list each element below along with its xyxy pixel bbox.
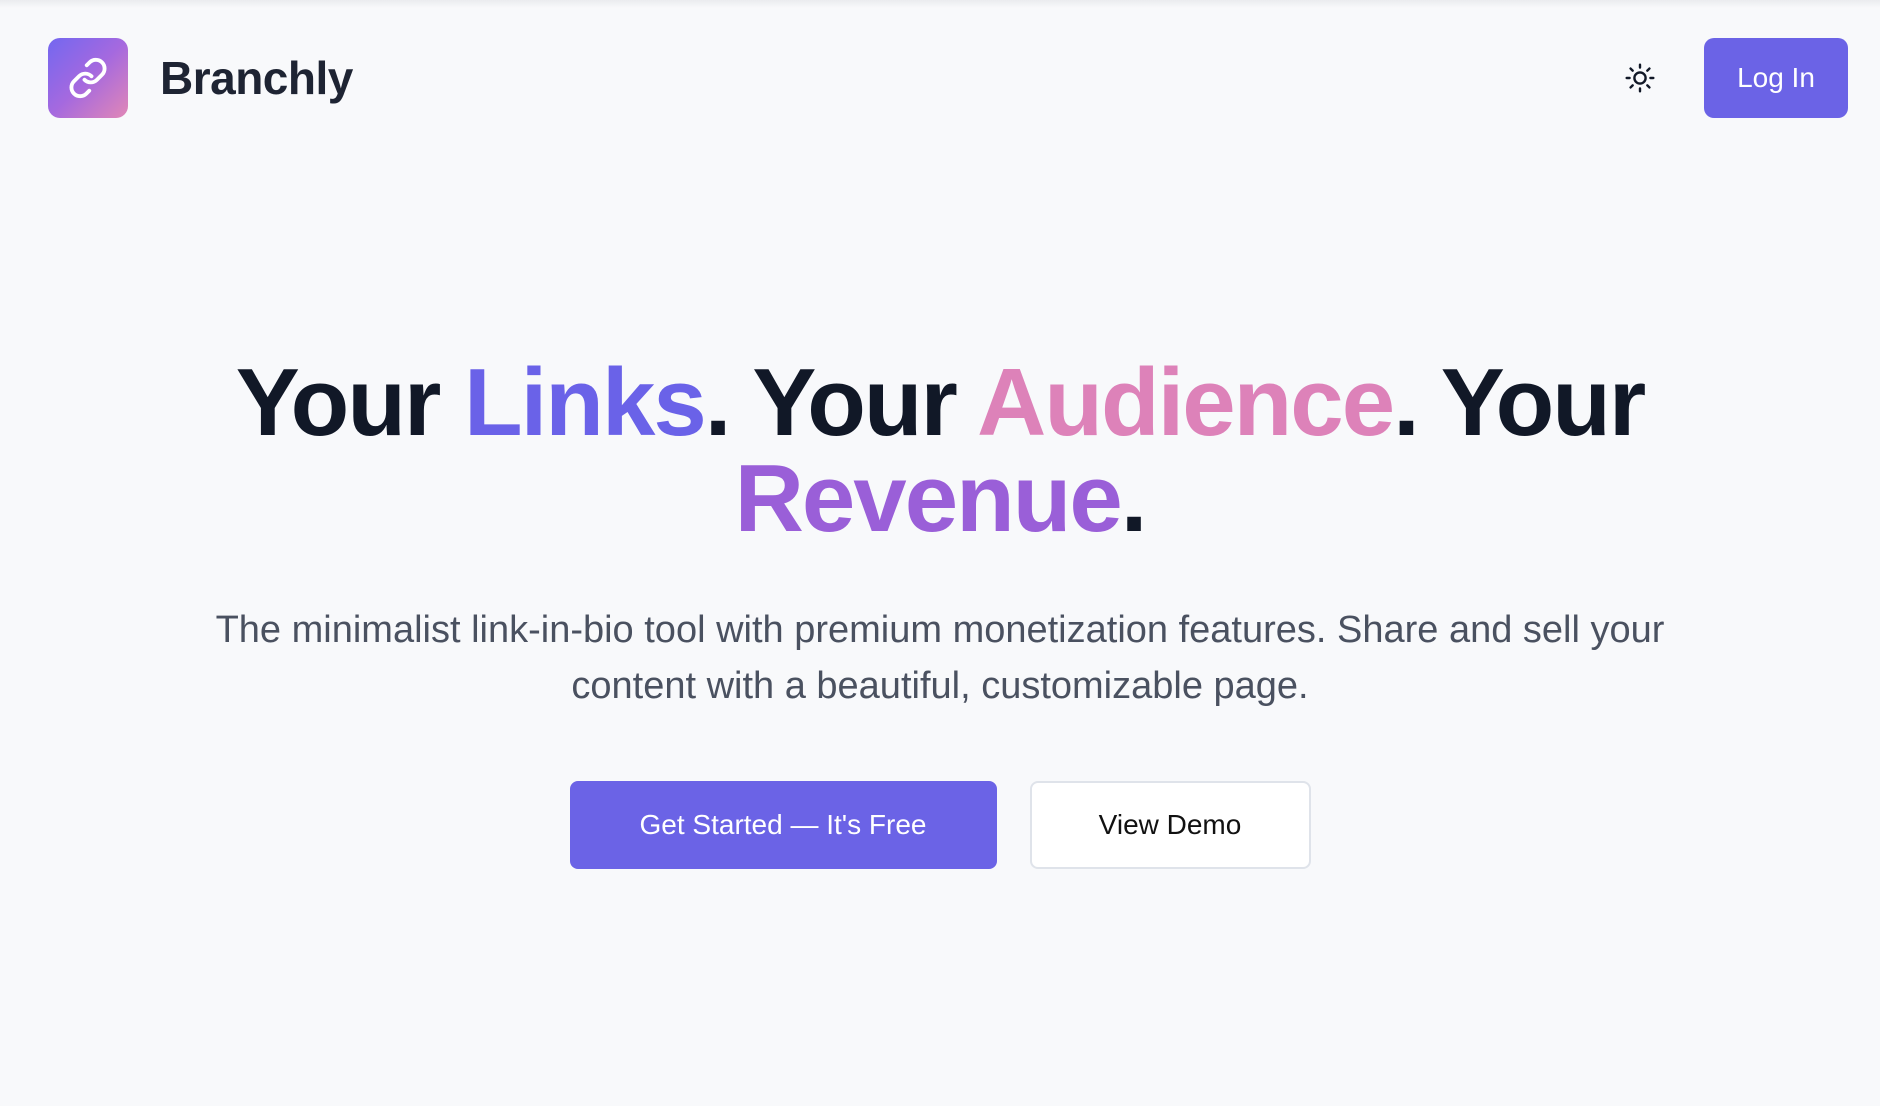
brand-home-link[interactable]: Branchly xyxy=(48,38,353,118)
hero-title-audience: Audience xyxy=(976,349,1395,456)
top-shadow xyxy=(0,0,1880,8)
hero-title-period: . xyxy=(1120,445,1148,552)
landing-page: Branchly Log In Your Links. Your Audienc… xyxy=(0,0,1880,1106)
sun-icon xyxy=(1625,63,1655,93)
hero-section: Your Links. Your Audience. Your Revenue.… xyxy=(0,355,1880,869)
hero-title-links: Links xyxy=(463,349,707,456)
hero-title-revenue: Revenue xyxy=(734,445,1123,552)
site-header: Branchly Log In xyxy=(48,38,1848,118)
brand-name: Branchly xyxy=(160,52,353,104)
login-button[interactable]: Log In xyxy=(1704,38,1848,118)
hero-title-your-2: . Your xyxy=(704,349,958,456)
hero-title: Your Links. Your Audience. Your Revenue. xyxy=(0,355,1880,547)
hero-subtitle: The minimalist link-in-bio tool with pre… xyxy=(215,609,1665,707)
link-icon xyxy=(69,57,107,99)
hero-title-your-3: . Your xyxy=(1393,349,1646,456)
header-actions: Log In xyxy=(1616,38,1848,118)
hero-title-your-1: Your xyxy=(235,349,442,456)
theme-toggle-button[interactable] xyxy=(1616,54,1664,102)
get-started-button[interactable]: Get Started — It's Free xyxy=(569,781,997,869)
view-demo-button[interactable]: View Demo xyxy=(1029,781,1311,869)
hero-actions: Get Started — It's Free View Demo xyxy=(0,781,1880,869)
brand-logo xyxy=(48,38,128,118)
